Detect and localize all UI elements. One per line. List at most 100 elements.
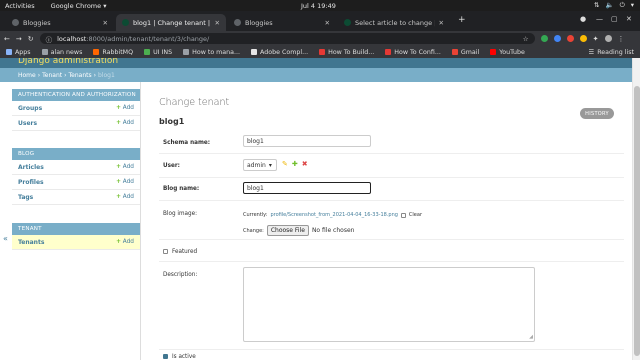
network-icon: ⇅	[594, 1, 600, 9]
browser-toolbar: ← → ↻ ⓘ localhost:8000/admin/tenant/tena…	[0, 31, 640, 46]
bookmark-item[interactable]: How To Build...	[319, 49, 374, 56]
close-window-icon[interactable]: ✕	[626, 15, 632, 23]
add-link[interactable]: + Add	[116, 194, 134, 200]
page-scrollbar[interactable]	[632, 58, 640, 360]
info-icon[interactable]: ⓘ	[46, 34, 53, 44]
user-label: User:	[163, 163, 180, 169]
bookmark-item[interactable]: UI INS	[144, 49, 172, 56]
model-row-profiles: Profiles + Add	[12, 175, 140, 190]
model-link[interactable]: Tags	[18, 194, 33, 201]
clear-image-checkbox[interactable]	[400, 212, 406, 218]
extension-icon[interactable]	[579, 35, 587, 42]
add-link[interactable]: + Add	[116, 120, 134, 126]
is-active-checkbox[interactable]	[163, 354, 168, 359]
app-menu[interactable]: Google Chrome ▾	[51, 2, 107, 10]
close-tab-icon[interactable]: ✕	[103, 19, 108, 27]
resize-grip-icon[interactable]: ◢	[529, 334, 533, 340]
blog-name-input[interactable]	[243, 182, 371, 194]
bookmark-item[interactable]: How To Confi...	[385, 49, 441, 56]
favicon-icon	[122, 19, 129, 26]
minimize-icon[interactable]: —	[596, 15, 603, 23]
breadcrumb-home[interactable]: Home	[18, 72, 36, 79]
add-link[interactable]: + Add	[116, 164, 134, 170]
activities-button[interactable]: Activities	[5, 2, 35, 10]
reading-list-button[interactable]: ☰ Reading list	[589, 49, 634, 56]
adobe-icon	[251, 49, 258, 55]
model-link[interactable]: Tenants	[18, 239, 44, 246]
bookmark-item[interactable]: RabbitMQ	[93, 49, 133, 56]
field-row-user: User: admin ▾ ✎ ✚ ✖	[159, 154, 624, 178]
forward-icon[interactable]: →	[16, 35, 22, 43]
user-select[interactable]: admin ▾	[243, 159, 277, 171]
model-link[interactable]: Articles	[18, 164, 44, 171]
scrollbar-thumb[interactable]	[634, 86, 640, 356]
reload-icon[interactable]: ↻	[28, 35, 34, 43]
maximize-icon[interactable]: ▢	[611, 15, 618, 23]
tab-title: Bloggies	[23, 18, 51, 27]
model-row-groups: Groups + Add	[12, 101, 140, 116]
bookmark-item[interactable]: Gmail	[451, 49, 479, 56]
choose-file-button[interactable]: Choose File	[266, 225, 309, 236]
close-tab-icon[interactable]: ✕	[215, 19, 220, 27]
model-row-articles: Articles + Add	[12, 160, 140, 175]
tab-title: Select article to change |	[355, 18, 435, 27]
module-caption[interactable]: BLOG	[12, 148, 140, 160]
add-link[interactable]: + Add	[116, 105, 134, 111]
bookmark-star-icon[interactable]: ☆	[523, 35, 529, 43]
browser-tab-active[interactable]: blog1 | Change tenant | D ✕	[116, 14, 226, 31]
delete-related-icon[interactable]: ✖	[302, 160, 308, 168]
address-bar[interactable]: ⓘ localhost:8000/admin/tenant/tenant/3/c…	[39, 33, 535, 44]
extension-icon[interactable]	[566, 35, 574, 42]
favicon-icon	[234, 19, 241, 26]
clock[interactable]: Jul 4 19:49	[301, 2, 336, 10]
page-icon	[183, 49, 190, 55]
bookmark-item[interactable]: Adobe Compl...	[251, 49, 308, 56]
edit-pencil-icon[interactable]: ✎	[282, 160, 288, 168]
model-link[interactable]: Groups	[18, 105, 42, 112]
clear-label: Clear	[408, 212, 422, 218]
extension-icon[interactable]	[540, 35, 548, 42]
featured-checkbox[interactable]	[163, 249, 168, 254]
current-image-link[interactable]: profile/Screenshot_from_2021-04-04_16-33…	[270, 212, 397, 218]
url-host: localhost	[57, 34, 87, 43]
add-related-icon[interactable]: ✚	[292, 160, 298, 168]
bookmark-item[interactable]: alan news	[41, 49, 82, 56]
extension-icon[interactable]	[553, 35, 561, 42]
bookmark-item[interactable]: How to mana...	[183, 49, 240, 56]
site-header-title[interactable]: Django administration	[18, 58, 118, 66]
breadcrumb-model[interactable]: Tenants	[69, 72, 92, 79]
schema-name-label: Schema name:	[163, 140, 211, 146]
url-path: :8000/admin/tenant/tenant/3/change/	[86, 34, 210, 43]
plus-icon: +	[116, 105, 121, 111]
system-tray[interactable]: ⇅ 🔈 ⏻ ▾	[594, 1, 634, 10]
collapse-sidebar-icon[interactable]: «	[3, 234, 8, 243]
module-caption[interactable]: AUTHENTICATION AND AUTHORIZATION	[12, 89, 140, 101]
profile-avatar[interactable]	[604, 35, 612, 42]
close-tab-icon[interactable]: ✕	[325, 19, 330, 27]
description-textarea[interactable]: ◢	[243, 267, 535, 342]
model-link[interactable]: Profiles	[18, 179, 44, 186]
add-link[interactable]: + Add	[116, 239, 134, 245]
breadcrumb-app[interactable]: Tenant	[42, 72, 62, 79]
close-tab-icon[interactable]: ✕	[439, 19, 444, 27]
new-tab-button[interactable]: +	[458, 15, 466, 25]
extensions-puzzle-icon[interactable]: ✦	[593, 35, 599, 43]
currently-label: Currently:	[243, 212, 268, 218]
back-icon[interactable]: ←	[4, 35, 10, 43]
plus-icon: +	[116, 164, 121, 170]
bookmark-apps[interactable]: Apps	[6, 49, 31, 56]
module-caption[interactable]: TENANT	[12, 223, 140, 235]
browser-tab[interactable]: Select article to change | ✕	[338, 14, 450, 31]
menu-kebab-icon[interactable]: ⋮	[618, 35, 625, 43]
featured-label: Featured	[172, 249, 198, 255]
bookmark-item[interactable]: YouTube	[490, 49, 525, 56]
tab-title: blog1 | Change tenant | D	[133, 18, 211, 27]
schema-name-input[interactable]	[243, 135, 371, 147]
browser-tab[interactable]: Bloggies ✕	[228, 14, 336, 31]
browser-tab[interactable]: Bloggies ✕	[6, 14, 114, 31]
blog-name-label: Blog name:	[163, 186, 200, 192]
tab-search-icon[interactable]: ●	[580, 15, 586, 23]
add-link[interactable]: + Add	[116, 179, 134, 185]
model-link[interactable]: Users	[18, 120, 37, 127]
history-button[interactable]: HISTORY	[580, 108, 614, 119]
